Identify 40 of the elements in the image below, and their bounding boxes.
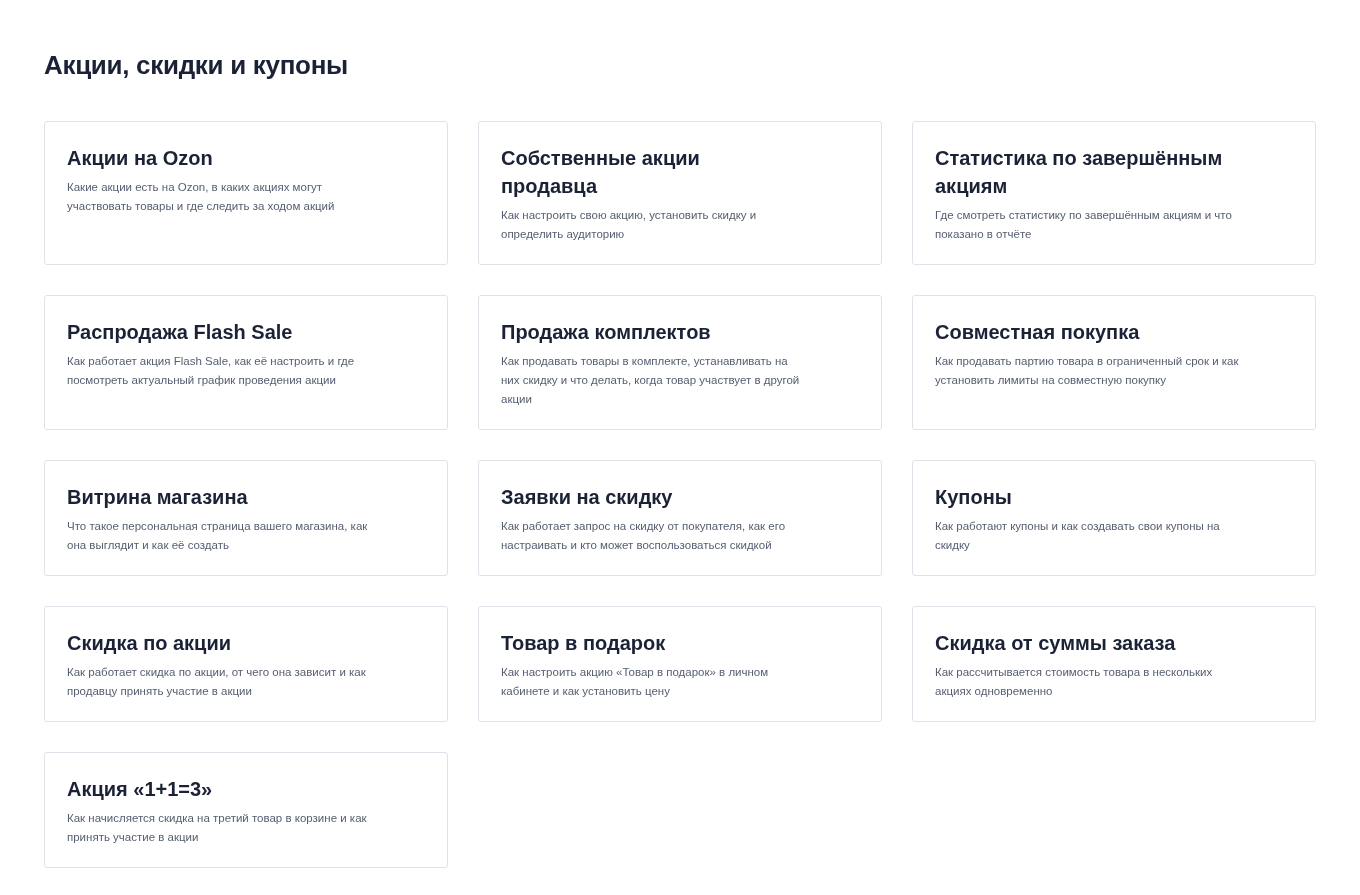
card-title: Статистика по завершённым акциям	[935, 146, 1224, 199]
article-card[interactable]: Распродажа Flash Sale Как работает акция Flash Sale, как её настроить и где посмотреть актуальный график проведения акции	[44, 295, 448, 430]
card-description: Как работают купоны и как создавать свои купоны на скидку	[935, 519, 1221, 553]
card-description: Как настроить акцию «Товар в подарок» в личном кабинете и как установить цену	[501, 665, 770, 699]
card-description: Где смотреть статистику по завершённым акциям и что показано в отчёте	[935, 208, 1233, 242]
card-title: Заявки на скидку	[501, 485, 674, 510]
article-card[interactable]: Витрина магазина Что такое персональная страница вашего магазина, как она выглядит и как её создать	[44, 460, 448, 576]
article-card[interactable]: Акции на Ozon Какие акции есть на Ozon, в каких акциях могут участвовать товары и где следить за ходом акций	[44, 121, 448, 265]
article-card[interactable]: Купоны Как работают купоны и как создавать свои купоны на скидку	[912, 460, 1316, 576]
card-title: Скидка по акции	[67, 631, 232, 656]
card-description: Как рассчитывается стоимость товара в нескольких акциях одновременно	[935, 665, 1214, 699]
page-title: Акции, скидки и купоны	[44, 50, 349, 81]
article-card[interactable]: Совместная покупка Как продавать партию товара в ограниченный срок и как установить лимиты на совместную покупку	[912, 295, 1316, 430]
card-description: Как настроить свою акцию, установить скидку и определить аудиторию	[501, 208, 758, 242]
article-card[interactable]: Скидка по акции Как работает скидка по акции, от чего она зависит и как продавцу принять участие в акции	[44, 606, 448, 722]
card-title: Продажа комплектов	[501, 320, 712, 345]
article-card[interactable]: Собственные акции продавца Как настроить свою акцию, установить скидку и определить аудиторию	[478, 121, 882, 265]
article-card[interactable]: Товар в подарок Как настроить акцию «Товар в подарок» в личном кабинете и как установить цену	[478, 606, 882, 722]
card-title: Акция «1+1=3»	[67, 777, 214, 802]
article-card[interactable]: Акция «1+1=3» Как начисляется скидка на третий товар в корзине и как принять участие в акции	[44, 752, 448, 868]
card-description: Как работает запрос на скидку от покупателя, как его настраивать и кто может воспользоваться скидкой	[501, 519, 787, 553]
card-title: Товар в подарок	[501, 631, 667, 656]
article-card[interactable]: Статистика по завершённым акциям Где смотреть статистику по завершённым акциям и что показано в отчёте	[912, 121, 1316, 265]
card-description: Как работает скидка по акции, от чего она зависит и как продавцу принять участие в акции	[67, 665, 367, 699]
card-description: Какие акции есть на Ozon, в каких акциях могут участвовать товары и где следить за ходом акций	[67, 180, 336, 214]
card-title: Распродажа Flash Sale	[67, 320, 294, 345]
card-description: Как продавать товары в комплекте, устанавливать на них скидку и что делать, когда товар участвует в другой акции	[501, 354, 801, 407]
card-title: Совместная покупка	[935, 320, 1141, 345]
article-card[interactable]: Заявки на скидку Как работает запрос на скидку от покупателя, как его настраивать и кто может воспользоваться скидкой	[478, 460, 882, 576]
card-title: Скидка от суммы заказа	[935, 631, 1177, 656]
card-description: Как продавать партию товара в ограниченный срок и как установить лимиты на совместную покупку	[935, 354, 1240, 388]
card-title: Витрина магазина	[67, 485, 249, 510]
card-title: Собственные акции продавца	[501, 146, 701, 199]
article-card[interactable]: Скидка от суммы заказа Как рассчитывается стоимость товара в нескольких акциях одновременно	[912, 606, 1316, 722]
card-title: Акции на Ozon	[67, 146, 214, 171]
card-description: Как начисляется скидка на третий товар в корзине и как принять участие в акции	[67, 811, 368, 845]
article-card[interactable]: Продажа комплектов Как продавать товары в комплекте, устанавливать на них скидку и что делать, когда товар участвует в другой акции	[478, 295, 882, 430]
card-description: Что такое персональная страница вашего магазина, как она выглядит и как её создать	[67, 519, 369, 553]
card-description: Как работает акция Flash Sale, как её настроить и где посмотреть актуальный график проведения акции	[67, 354, 356, 388]
card-title: Купоны	[935, 485, 1013, 510]
